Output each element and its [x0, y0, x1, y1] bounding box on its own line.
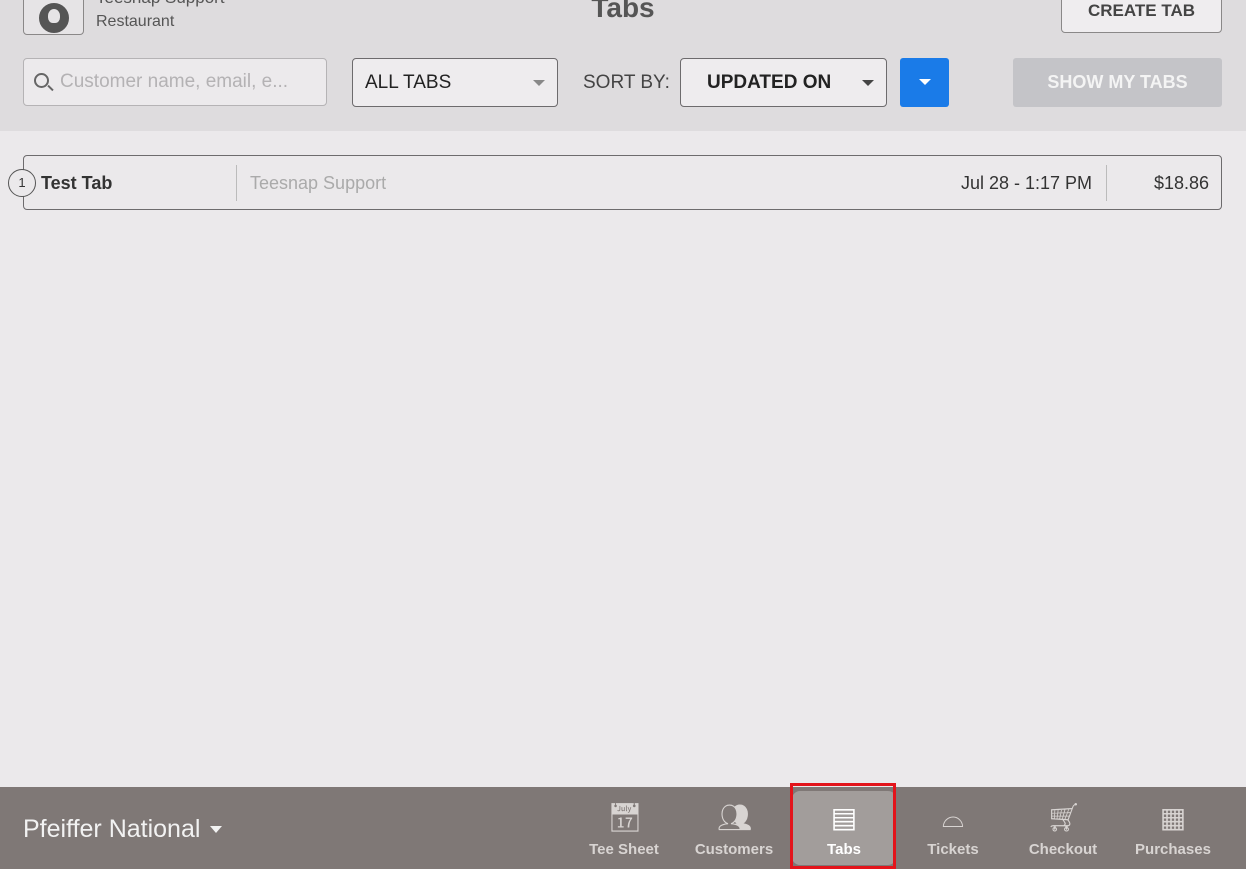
nav-checkout[interactable]: 🛒︎ Checkout: [1011, 791, 1115, 865]
cash-register-icon: ▦: [1159, 802, 1187, 833]
header: Teesnap Support Restaurant Tabs CREATE T…: [0, 0, 1246, 131]
highlight-box: [790, 783, 896, 869]
page-title: Tabs: [591, 0, 655, 23]
nav-label: Tickets: [927, 841, 979, 858]
nav-label: Customers: [694, 841, 774, 858]
chevron-down-icon: [919, 79, 931, 85]
nav-customers[interactable]: 👥︎ Customers: [682, 791, 786, 865]
search-icon: [34, 73, 49, 88]
calendar-icon: 📅︎: [607, 802, 643, 833]
tab-updated: Jul 28 - 1:17 PM: [960, 173, 1092, 193]
chevron-down-icon: [210, 826, 223, 833]
tab-filter-select[interactable]: ALL TABS: [352, 58, 558, 107]
nav-purchases[interactable]: ▦ Purchases: [1121, 791, 1225, 865]
cloche-icon: ⌓: [941, 802, 965, 833]
venue-name: Pfeiffer National: [23, 815, 201, 843]
window-edge: [1246, 0, 1250, 869]
show-my-tabs-button[interactable]: SHOW MY TABS: [1013, 58, 1222, 107]
sort-value: UPDATED ON: [707, 72, 832, 93]
nav-tee-sheet[interactable]: 📅︎ Tee Sheet: [572, 791, 676, 865]
sort-direction-button[interactable]: [900, 58, 949, 107]
tab-filter-value: ALL TABS: [365, 72, 452, 93]
nav-tickets[interactable]: ⌓ Tickets: [901, 791, 1005, 865]
bottom-nav-bar: Pfeiffer National 📅︎ Tee Sheet 👥︎ Customer…: [0, 787, 1246, 869]
tab-amount: $18.86: [1153, 173, 1209, 193]
chevron-down-icon: [533, 80, 545, 86]
venue-selector[interactable]: Pfeiffer National: [23, 815, 223, 844]
nav-label: Tee Sheet: [589, 841, 659, 858]
tab-customer: Teesnap Support: [250, 173, 387, 193]
cart-icon: 🛒︎: [1046, 802, 1082, 833]
nav-label: Purchases: [1135, 841, 1211, 858]
tab-name: Test Tab: [41, 173, 113, 193]
tab-row[interactable]: 1 Test Tab Teesnap Support Jul 28 - 1:17…: [8, 155, 1222, 210]
divider: [1106, 165, 1107, 201]
tab-count-badge: 1: [8, 169, 36, 197]
nav-label: Checkout: [1028, 841, 1098, 858]
chevron-down-icon: [862, 80, 874, 86]
users-icon: 👥︎: [717, 802, 753, 833]
sort-by-label: SORT BY:: [583, 72, 670, 93]
search-input[interactable]: [60, 59, 322, 105]
sort-select[interactable]: UPDATED ON: [680, 58, 887, 107]
search-box: [23, 58, 327, 106]
divider: [236, 165, 237, 201]
create-tab-button[interactable]: CREATE TAB: [1061, 0, 1222, 33]
